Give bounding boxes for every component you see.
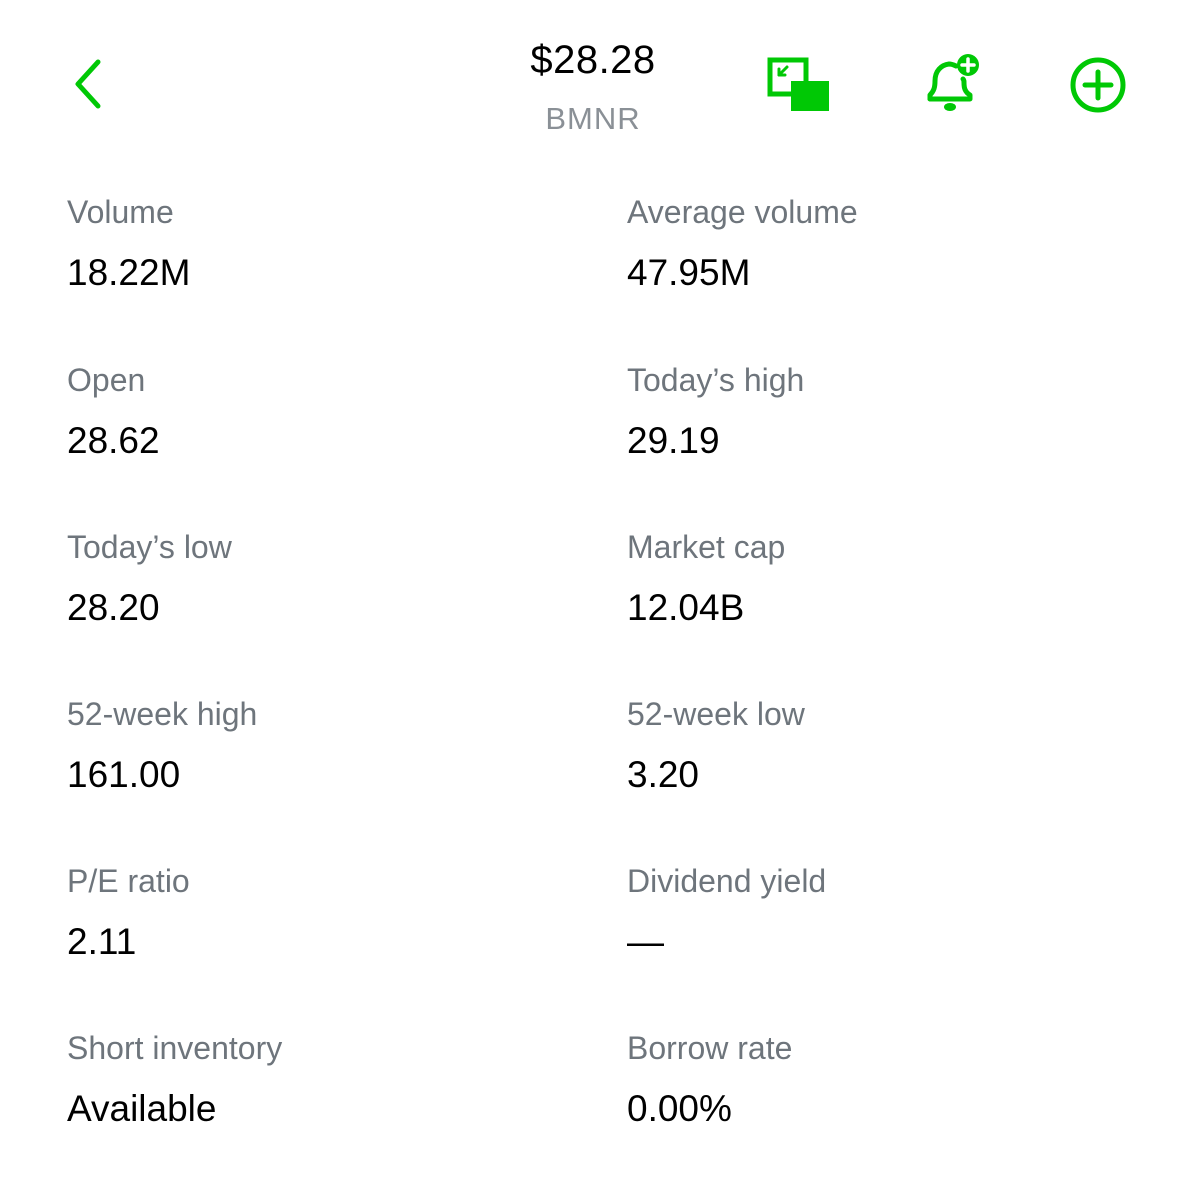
stat-value: 29.19 bbox=[627, 420, 720, 461]
picture-in-picture-icon bbox=[767, 57, 829, 111]
stat-value: 3.20 bbox=[627, 754, 700, 795]
stat-todays-low: Today’s low 28.20 bbox=[67, 525, 567, 633]
back-button[interactable] bbox=[56, 48, 120, 120]
stat-volume: Volume 18.22M bbox=[67, 190, 567, 298]
stat-value: Available bbox=[67, 1088, 217, 1129]
stat-label: Volume bbox=[67, 194, 174, 230]
stat-value: 28.62 bbox=[67, 420, 160, 461]
stat-value: 47.95M bbox=[627, 252, 751, 293]
stat-average-volume: Average volume 47.95M bbox=[627, 190, 1127, 298]
stat-label: 52-week low bbox=[627, 696, 805, 732]
stock-ticker: BMNR bbox=[545, 101, 641, 136]
stat-52-week-high: 52-week high 161.00 bbox=[67, 692, 567, 800]
stat-label: Dividend yield bbox=[627, 863, 827, 899]
add-to-list-button[interactable] bbox=[1062, 50, 1134, 120]
stat-52-week-low: 52-week low 3.20 bbox=[627, 692, 1127, 800]
stock-price: $28.28 bbox=[530, 38, 656, 82]
stat-label: Today’s low bbox=[67, 529, 232, 565]
stat-dividend-yield: Dividend yield — bbox=[627, 859, 1127, 967]
picture-in-picture-button[interactable] bbox=[760, 50, 838, 120]
title-block: $28.28 BMNR bbox=[393, 34, 793, 140]
stat-label: 52-week high bbox=[67, 696, 258, 732]
stat-label: Short inventory bbox=[67, 1030, 283, 1066]
stat-value: — bbox=[627, 921, 664, 962]
stat-label: P/E ratio bbox=[67, 863, 190, 899]
stat-label: Open bbox=[67, 362, 146, 398]
header: $28.28 BMNR bbox=[0, 0, 1186, 160]
stat-label: Market cap bbox=[627, 529, 786, 565]
stat-label: Today’s high bbox=[627, 362, 805, 398]
stat-short-inventory: Short inventory Available bbox=[67, 1026, 567, 1134]
stat-value: 161.00 bbox=[67, 754, 181, 795]
plus-circle-icon bbox=[1070, 57, 1126, 113]
stat-label: Borrow rate bbox=[627, 1030, 793, 1066]
stat-value: 12.04B bbox=[627, 587, 745, 628]
stat-borrow-rate: Borrow rate 0.00% bbox=[627, 1026, 1127, 1134]
stat-value: 2.11 bbox=[67, 921, 137, 962]
stat-label: Average volume bbox=[627, 194, 858, 230]
bell-plus-icon bbox=[927, 54, 979, 111]
stat-market-cap: Market cap 12.04B bbox=[627, 525, 1127, 633]
stat-value: 18.22M bbox=[67, 252, 191, 293]
stat-todays-high: Today’s high 29.19 bbox=[627, 358, 1127, 466]
stat-value: 0.00% bbox=[627, 1088, 732, 1129]
chevron-left-icon bbox=[75, 59, 101, 109]
stat-value: 28.20 bbox=[67, 587, 160, 628]
add-alert-button[interactable] bbox=[914, 50, 986, 120]
stat-open: Open 28.62 bbox=[67, 358, 567, 466]
stat-pe-ratio: P/E ratio 2.11 bbox=[67, 859, 567, 967]
